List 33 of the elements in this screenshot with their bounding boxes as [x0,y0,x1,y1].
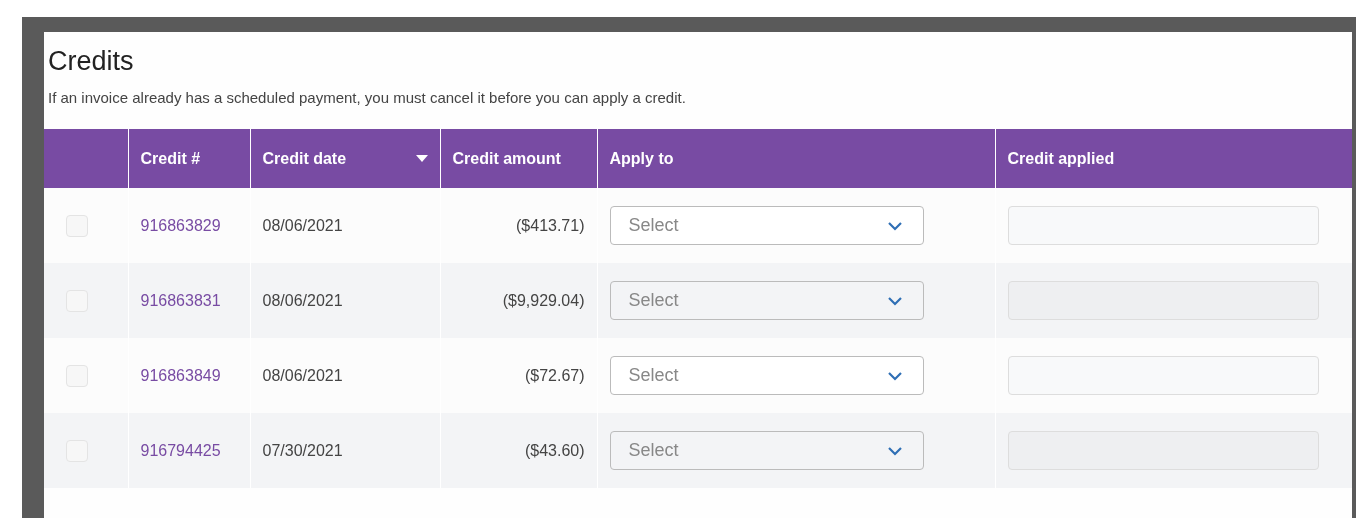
credit-date: 08/06/2021 [262,366,343,384]
column-header[interactable]: Credit date [250,129,440,188]
row-checkbox[interactable] [66,364,88,387]
credit-date: 08/06/2021 [262,291,343,309]
chevron-down-icon [886,220,903,231]
credit-applied-field[interactable] [1007,431,1319,470]
column-header: Apply to [597,129,995,188]
credit-link[interactable]: 916794425 [140,441,221,459]
credit-amount: ($413.71) [515,216,585,235]
credit-amount: ($43.60) [523,441,585,460]
column-header: Credit # [128,129,250,188]
apply-to-dropdown[interactable]: Select [609,356,924,395]
chevron-down-icon [886,295,903,306]
apply-to-dropdown[interactable]: Select [609,431,924,470]
chevron-down-icon [886,445,903,456]
apply-to-dropdown[interactable]: Select [609,206,924,245]
credit-date: 08/06/2021 [262,216,343,234]
page-title: Credits [47,45,134,77]
info-text: If an invoice already has a scheduled payment, you must cancel it before you can apply a credit. [47,88,687,106]
credit-applied-field[interactable] [1007,281,1319,320]
credit-date: 07/30/2021 [262,441,343,459]
credit-link[interactable]: 916863831 [140,291,221,309]
credit-amount: ($9,929.04) [501,291,585,310]
apply-to-dropdown[interactable]: Select [609,281,924,320]
credit-amount: ($72.67) [523,366,585,385]
credit-link[interactable]: 916863829 [140,216,221,234]
chevron-down-icon [886,370,903,381]
column-header: Credit amount [440,129,597,188]
column-header: Credit applied [995,129,1352,188]
row-checkbox[interactable] [66,214,88,237]
credit-applied-field[interactable] [1007,206,1319,245]
credit-link[interactable]: 916863849 [140,366,221,384]
credit-applied-field[interactable] [1007,356,1319,395]
